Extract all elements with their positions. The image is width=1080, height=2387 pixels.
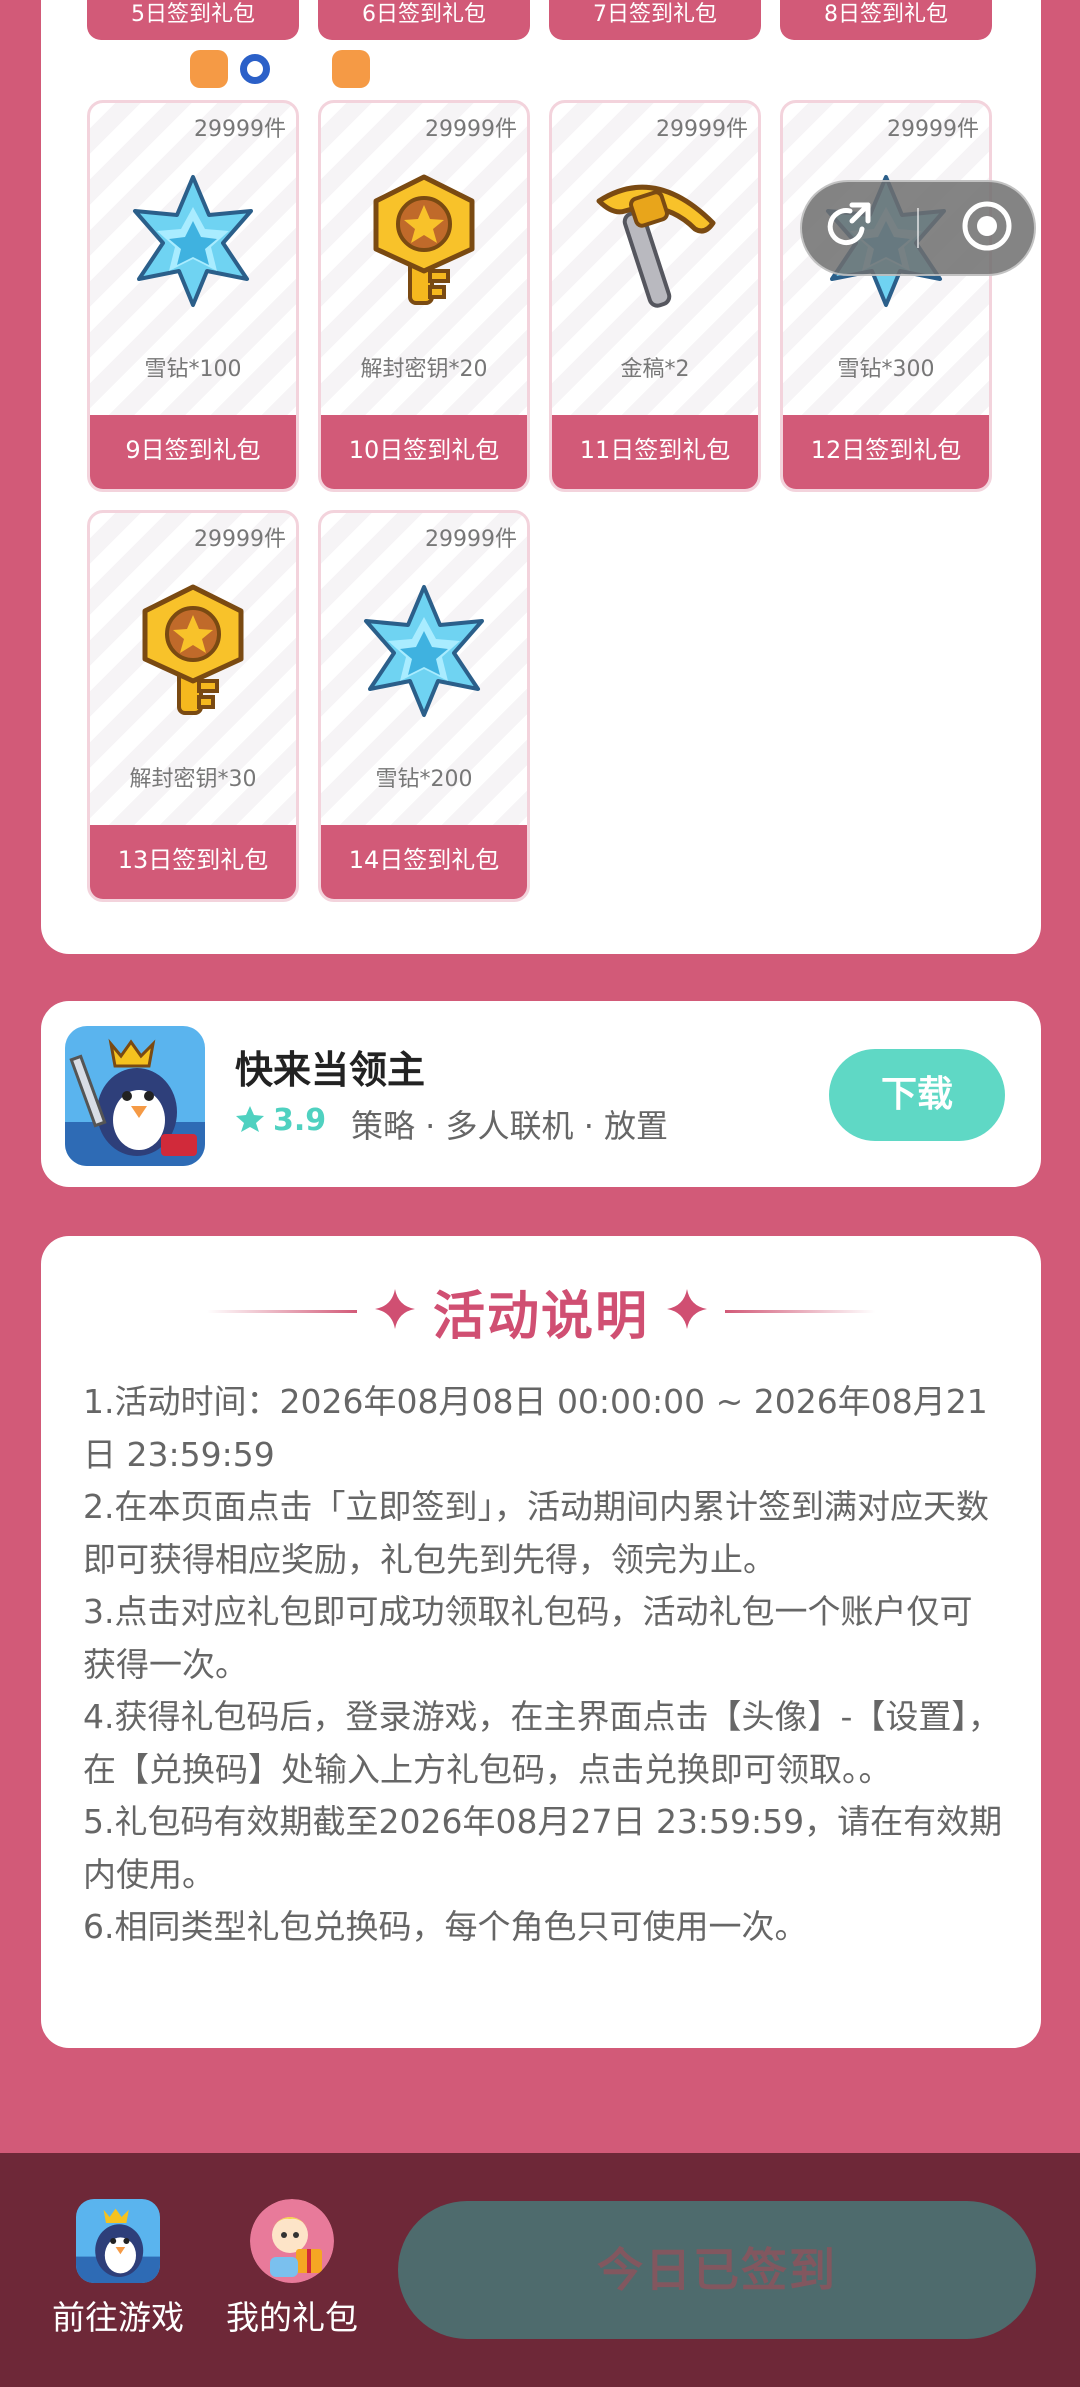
share-icon[interactable] (822, 199, 876, 257)
wifi-icon (822, 50, 858, 88)
gift-stock: 29999件 (425, 527, 517, 552)
gift-name: 雪钻*300 (837, 357, 935, 382)
sparkle-icon (374, 1289, 415, 1333)
notification-icons (190, 50, 370, 88)
download-button[interactable]: 下载 (829, 1049, 1005, 1141)
gift-label[interactable]: 8日签到礼包 (780, 0, 992, 40)
rule-item: 1.活动时间：2026年08月08日 00:00:00 ~ 2026年08月21… (83, 1382, 988, 1474)
golden-key-icon (142, 584, 244, 715)
rule-item: 6.相同类型礼包兑换码，每个角色只可使用一次。 (83, 1907, 808, 1946)
gift-name: 解封密钥*30 (129, 767, 257, 792)
golden-pickaxe-icon (596, 184, 716, 308)
status-time: 1:41 (96, 44, 196, 90)
gift-label: 10日签到礼包 (321, 415, 527, 489)
gift-stock: 29999件 (656, 117, 748, 142)
rating-value: 3.9 (273, 1103, 327, 1138)
app-notification-icon (332, 50, 370, 88)
gift-label[interactable]: 5日签到礼包 (87, 0, 299, 40)
game-tags: 策略 · 多人联机 · 放置 (351, 1107, 669, 1145)
game-logo[interactable] (65, 1026, 205, 1166)
golden-key-icon (373, 174, 475, 305)
signed-in-today-button[interactable]: 今日已签到 (398, 2201, 1036, 2339)
rule-item: 3.点击对应礼包即可成功领取礼包码，活动礼包一个账户仅可获得一次。 (83, 1592, 973, 1684)
gift-card[interactable]: 29999件 雪钻*300 12日签到礼包 (780, 100, 992, 492)
bluetooth-icon (784, 48, 806, 90)
gift-label: 14日签到礼包 (321, 825, 527, 899)
rule-item: 4.获得礼包码后，登录游戏，在主界面点击【头像】-【设置】，在【兑换码】处输入上… (83, 1697, 1001, 1789)
status-bar: 1:41 (0, 40, 1080, 100)
battery-icon (936, 55, 980, 83)
sparkle-icon (667, 1289, 707, 1333)
snow-diamond-icon (133, 175, 253, 307)
gift-stock: 29999件 (887, 117, 979, 142)
bottom-action-bar: 前往游戏 我的礼包 今日已签到 (0, 2153, 1080, 2387)
gift-stock: 29999件 (425, 117, 517, 142)
gift-name: 雪钻*100 (144, 357, 242, 382)
rules-body: 1.活动时间：2026年08月08日 00:00:00 ~ 2026年08月21… (83, 1376, 1003, 1954)
gift-card[interactable]: 29999件 解封密钥*30 13日签到礼包 (87, 510, 299, 902)
go-to-game-button[interactable]: 前往游戏 (38, 2199, 198, 2339)
activity-rules-card: 活动说明 1.活动时间：2026年08月08日 00:00:00 ~ 2026年… (41, 1236, 1041, 2048)
snow-diamond-icon (364, 585, 484, 717)
gift-stock: 29999件 (194, 117, 286, 142)
gift-box-icon (250, 2199, 334, 2283)
gift-name: 金稿*2 (620, 357, 690, 382)
gift-card[interactable]: 29999件 雪钻*100 9日签到礼包 (87, 100, 299, 492)
game-title: 快来当领主 (235, 1048, 426, 1092)
gift-label[interactable]: 7日签到礼包 (549, 0, 761, 40)
decor-line (206, 1309, 357, 1313)
decor-line (725, 1309, 875, 1313)
partial-gift-row: 5日签到礼包 6日签到礼包 7日签到礼包 8日签到礼包 (41, 0, 1041, 40)
rule-item: 2.在本页面点击「立即签到」，活动期间内累计签到满对应天数即可获得相应奖励，礼包… (83, 1487, 989, 1579)
rules-title: 活动说明 (432, 1286, 649, 1347)
star-icon (235, 1104, 265, 1138)
app-notification-icon (190, 50, 228, 88)
eye-icon (728, 50, 768, 88)
rules-header: 活动说明 (41, 1276, 1041, 1347)
gift-label: 9日签到礼包 (90, 415, 296, 489)
mini-program-capsule (800, 180, 1036, 276)
go-to-game-label: 前往游戏 (52, 2298, 184, 2337)
game-rating: 3.9 (235, 1103, 326, 1138)
rule-item: 5.礼包码有效期截至2026年08月27日 23:59:59，请在有效期内使用。 (83, 1802, 1003, 1894)
gift-label: 12日签到礼包 (783, 415, 989, 489)
my-gifts-label: 我的礼包 (226, 2298, 358, 2337)
signal-icon (874, 50, 920, 88)
gift-card[interactable]: 29999件 雪钻*200 14日签到礼包 (318, 510, 530, 902)
sign-in-rewards-card: 5日签到礼包 6日签到礼包 7日签到礼包 8日签到礼包 29999件 雪钻*10… (41, 0, 1041, 954)
close-target-icon[interactable] (960, 199, 1014, 257)
browser-notification-icon (240, 54, 270, 84)
capsule-divider (916, 208, 919, 248)
dot-notification-icon (282, 50, 320, 88)
gift-stock: 29999件 (194, 527, 286, 552)
gift-card[interactable]: 29999件 解封密钥*20 10日签到礼包 (318, 100, 530, 492)
system-icons (728, 48, 980, 90)
gift-label: 13日签到礼包 (90, 825, 296, 899)
gift-label[interactable]: 6日签到礼包 (318, 0, 530, 40)
my-gifts-button[interactable]: 我的礼包 (212, 2199, 372, 2339)
gift-card[interactable]: 29999件 金稿*2 11日签到礼包 (549, 100, 761, 492)
gift-name: 雪钻*200 (375, 767, 473, 792)
game-icon (76, 2199, 160, 2283)
gift-name: 解封密钥*20 (360, 357, 488, 382)
gift-label: 11日签到礼包 (552, 415, 758, 489)
game-card: 快来当领主 3.9 策略 · 多人联机 · 放置 下载 (41, 1001, 1041, 1187)
